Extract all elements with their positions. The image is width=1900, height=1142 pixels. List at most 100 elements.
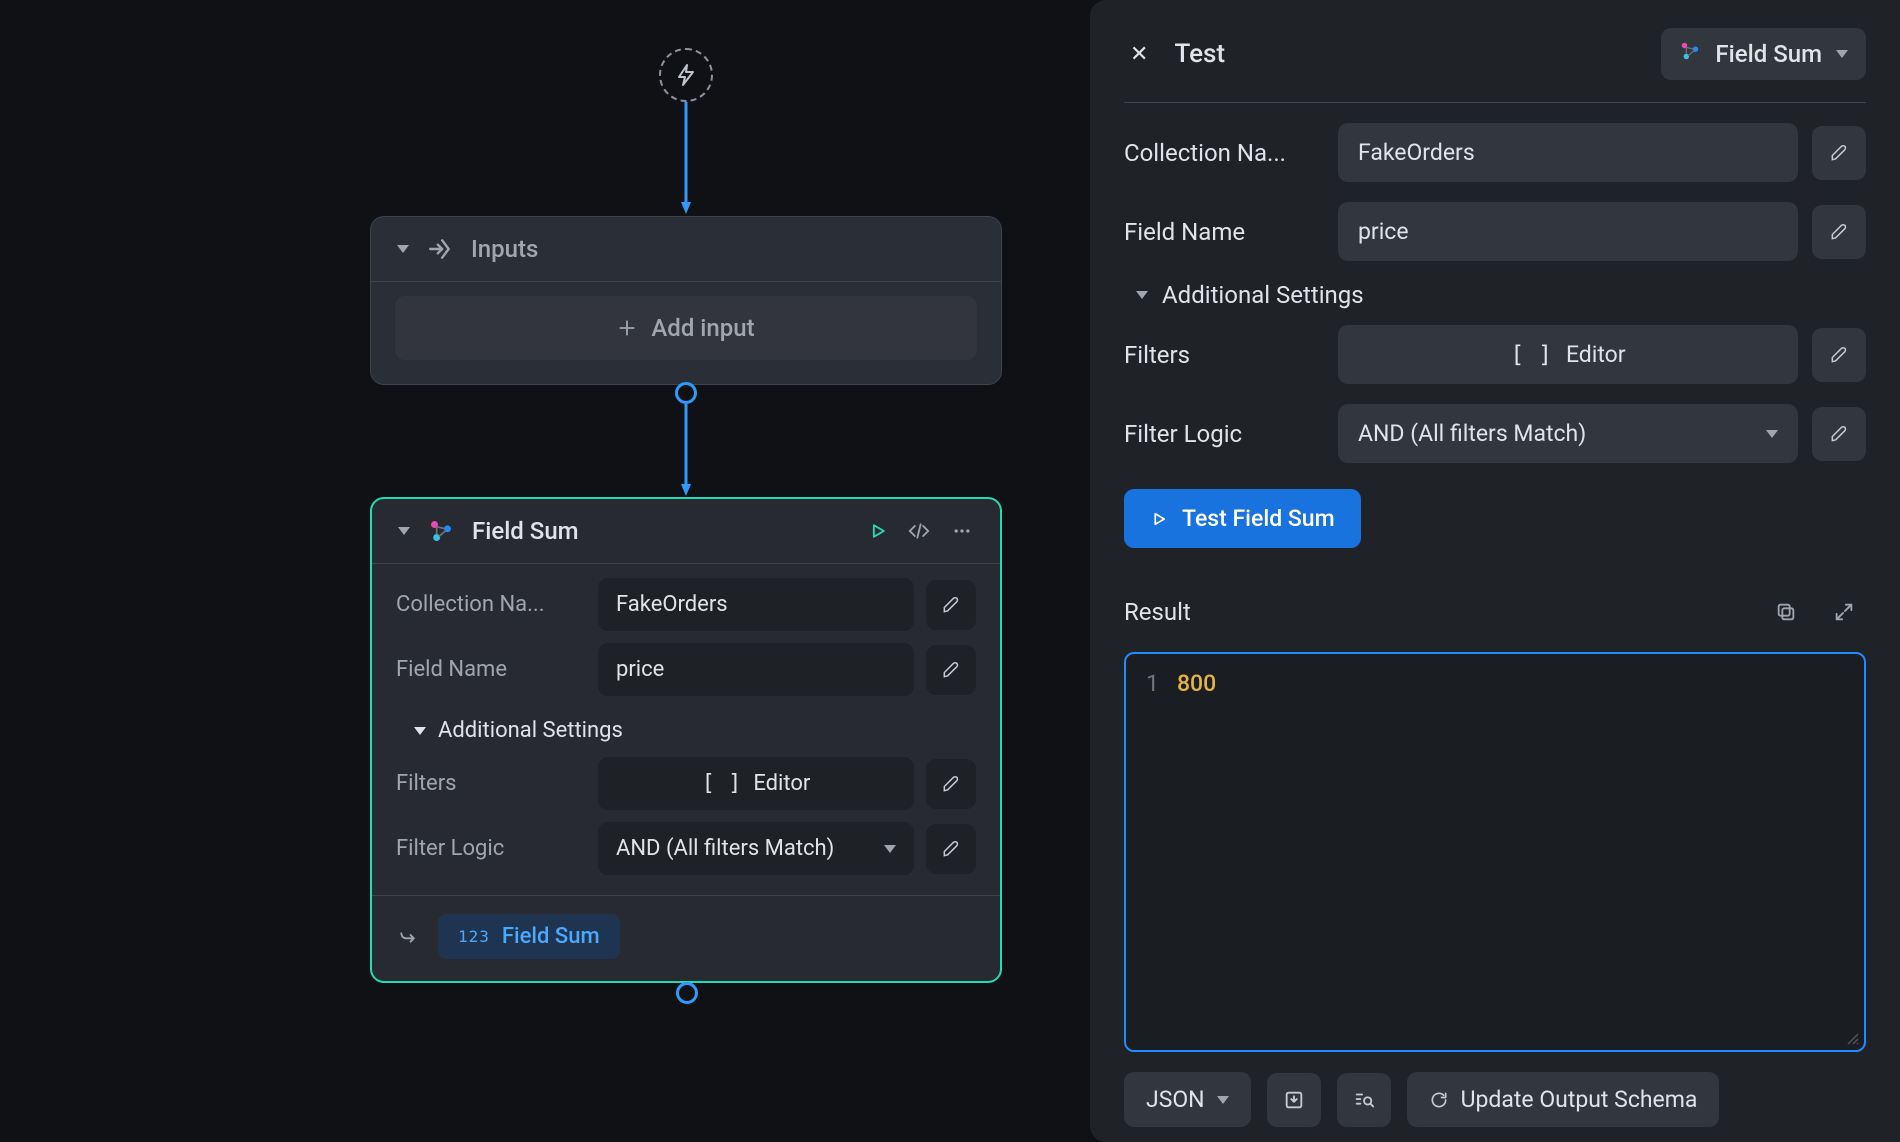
chevron-down-icon bbox=[397, 245, 409, 253]
panel-collection-name-row: Collection Na... bbox=[1124, 123, 1866, 182]
field-sum-node-header[interactable]: Field Sum bbox=[372, 499, 1000, 564]
collection-name-input[interactable] bbox=[598, 578, 914, 631]
test-panel: ✕ Test Field Sum Collection Na... Field … bbox=[1090, 0, 1900, 1142]
panel-filter-logic-row: Filter Logic AND (All filters Match) bbox=[1124, 404, 1866, 463]
expand-result-button[interactable] bbox=[1822, 590, 1866, 634]
nodes-icon bbox=[1679, 40, 1701, 68]
copy-result-button[interactable] bbox=[1764, 590, 1808, 634]
run-icon[interactable] bbox=[868, 521, 888, 541]
inspect-output-button[interactable] bbox=[1337, 1073, 1391, 1127]
filters-editor-button[interactable]: [ ] Editor bbox=[598, 757, 914, 810]
node-selector[interactable]: Field Sum bbox=[1661, 28, 1866, 80]
expand-icon bbox=[1833, 601, 1855, 623]
workflow-canvas[interactable]: Inputs Add input bbox=[0, 0, 1080, 1142]
panel-field-name-row: Field Name bbox=[1124, 202, 1866, 261]
pencil-icon bbox=[1829, 143, 1849, 163]
panel-filters-edit-button[interactable] bbox=[1812, 328, 1866, 382]
return-icon bbox=[396, 925, 420, 949]
filter-logic-label: Filter Logic bbox=[396, 836, 586, 861]
panel-additional-settings-toggle[interactable]: Additional Settings bbox=[1124, 281, 1866, 325]
brackets-icon: [ ] bbox=[1510, 342, 1552, 368]
filters-edit-button[interactable] bbox=[926, 759, 976, 809]
filter-logic-row: Filter Logic AND (All filters Match) bbox=[396, 822, 976, 875]
inputs-output-port[interactable] bbox=[675, 382, 697, 404]
result-title: Result bbox=[1124, 598, 1750, 626]
brackets-icon: [ ] bbox=[702, 771, 742, 796]
chevron-down-icon bbox=[1136, 291, 1148, 299]
lightning-icon bbox=[674, 63, 698, 87]
result-header: Result bbox=[1124, 590, 1866, 634]
play-icon bbox=[1150, 510, 1168, 528]
inputs-node[interactable]: Inputs Add input bbox=[370, 216, 1002, 385]
add-input-button[interactable]: Add input bbox=[395, 296, 977, 360]
result-output[interactable]: 1 800 bbox=[1124, 652, 1866, 1052]
trigger-node[interactable] bbox=[659, 48, 713, 102]
close-icon: ✕ bbox=[1130, 42, 1148, 67]
refresh-icon bbox=[1429, 1090, 1449, 1110]
field-sum-output-port[interactable] bbox=[676, 982, 698, 1004]
result-footer: JSON Update Output Sc bbox=[1124, 1072, 1866, 1127]
additional-settings-toggle[interactable]: Additional Settings bbox=[396, 708, 976, 757]
filters-label: Filters bbox=[396, 771, 586, 796]
chevron-down-icon bbox=[1217, 1096, 1229, 1104]
panel-filter-logic-select[interactable]: AND (All filters Match) bbox=[1338, 404, 1798, 463]
filters-row: Filters [ ] Editor bbox=[396, 757, 976, 810]
pencil-icon bbox=[941, 839, 961, 859]
pencil-icon bbox=[941, 660, 961, 680]
field-name-input[interactable] bbox=[598, 643, 914, 696]
chevron-down-icon bbox=[1836, 50, 1848, 58]
chevron-down-icon bbox=[414, 727, 426, 735]
inputs-node-title: Inputs bbox=[471, 235, 538, 263]
panel-field-name-label: Field Name bbox=[1124, 218, 1324, 246]
collection-name-label: Collection Na... bbox=[396, 592, 586, 617]
close-button[interactable]: ✕ bbox=[1124, 41, 1154, 68]
panel-filter-logic-edit-button[interactable] bbox=[1812, 407, 1866, 461]
field-sum-node-title: Field Sum bbox=[472, 517, 579, 545]
update-output-schema-button[interactable]: Update Output Schema bbox=[1407, 1072, 1720, 1127]
panel-collection-name-edit-button[interactable] bbox=[1812, 126, 1866, 180]
search-list-icon bbox=[1353, 1089, 1375, 1111]
pencil-icon bbox=[1829, 345, 1849, 365]
chevron-down-icon bbox=[1766, 430, 1778, 438]
panel-filter-logic-label: Filter Logic bbox=[1124, 420, 1324, 448]
plus-icon bbox=[617, 318, 637, 338]
save-icon bbox=[1283, 1089, 1305, 1111]
inputs-node-header[interactable]: Inputs bbox=[371, 217, 1001, 282]
field-sum-node[interactable]: Field Sum Collection Na... Field Name bbox=[370, 497, 1002, 983]
result-line-number: 1 bbox=[1146, 670, 1159, 697]
filter-logic-edit-button[interactable] bbox=[926, 824, 976, 874]
field-name-label: Field Name bbox=[396, 657, 586, 682]
test-field-sum-button[interactable]: Test Field Sum bbox=[1124, 489, 1361, 548]
test-panel-header: ✕ Test Field Sum bbox=[1124, 28, 1866, 103]
panel-collection-name-input[interactable] bbox=[1338, 123, 1798, 182]
format-selector[interactable]: JSON bbox=[1124, 1072, 1251, 1127]
panel-filters-editor-button[interactable]: [ ] Editor bbox=[1338, 325, 1798, 384]
resize-handle-icon[interactable] bbox=[1846, 1032, 1860, 1046]
pencil-icon bbox=[1829, 222, 1849, 242]
nodes-icon bbox=[428, 518, 454, 544]
chevron-down-icon bbox=[884, 845, 896, 853]
code-icon[interactable] bbox=[906, 521, 932, 541]
field-name-edit-button[interactable] bbox=[926, 645, 976, 695]
inputs-icon bbox=[427, 236, 453, 262]
output-field-sum-chip[interactable]: 123 Field Sum bbox=[438, 914, 620, 959]
chevron-down-icon bbox=[398, 527, 410, 535]
field-sum-node-footer: 123 Field Sum bbox=[372, 895, 1000, 981]
panel-collection-name-label: Collection Na... bbox=[1124, 139, 1324, 167]
result-value: 800 bbox=[1177, 670, 1216, 697]
more-icon[interactable] bbox=[950, 521, 974, 541]
pencil-icon bbox=[941, 774, 961, 794]
panel-filters-row: Filters [ ] Editor bbox=[1124, 325, 1866, 384]
panel-field-name-edit-button[interactable] bbox=[1812, 205, 1866, 259]
pencil-icon bbox=[941, 595, 961, 615]
copy-icon bbox=[1775, 601, 1797, 623]
panel-filters-label: Filters bbox=[1124, 341, 1324, 369]
test-panel-title: Test bbox=[1174, 39, 1225, 69]
collection-name-edit-button[interactable] bbox=[926, 580, 976, 630]
filter-logic-select[interactable]: AND (All filters Match) bbox=[598, 822, 914, 875]
panel-field-name-input[interactable] bbox=[1338, 202, 1798, 261]
number-icon: 123 bbox=[458, 927, 490, 946]
save-output-button[interactable] bbox=[1267, 1073, 1321, 1127]
collection-name-row: Collection Na... bbox=[396, 578, 976, 631]
field-name-row: Field Name bbox=[396, 643, 976, 696]
